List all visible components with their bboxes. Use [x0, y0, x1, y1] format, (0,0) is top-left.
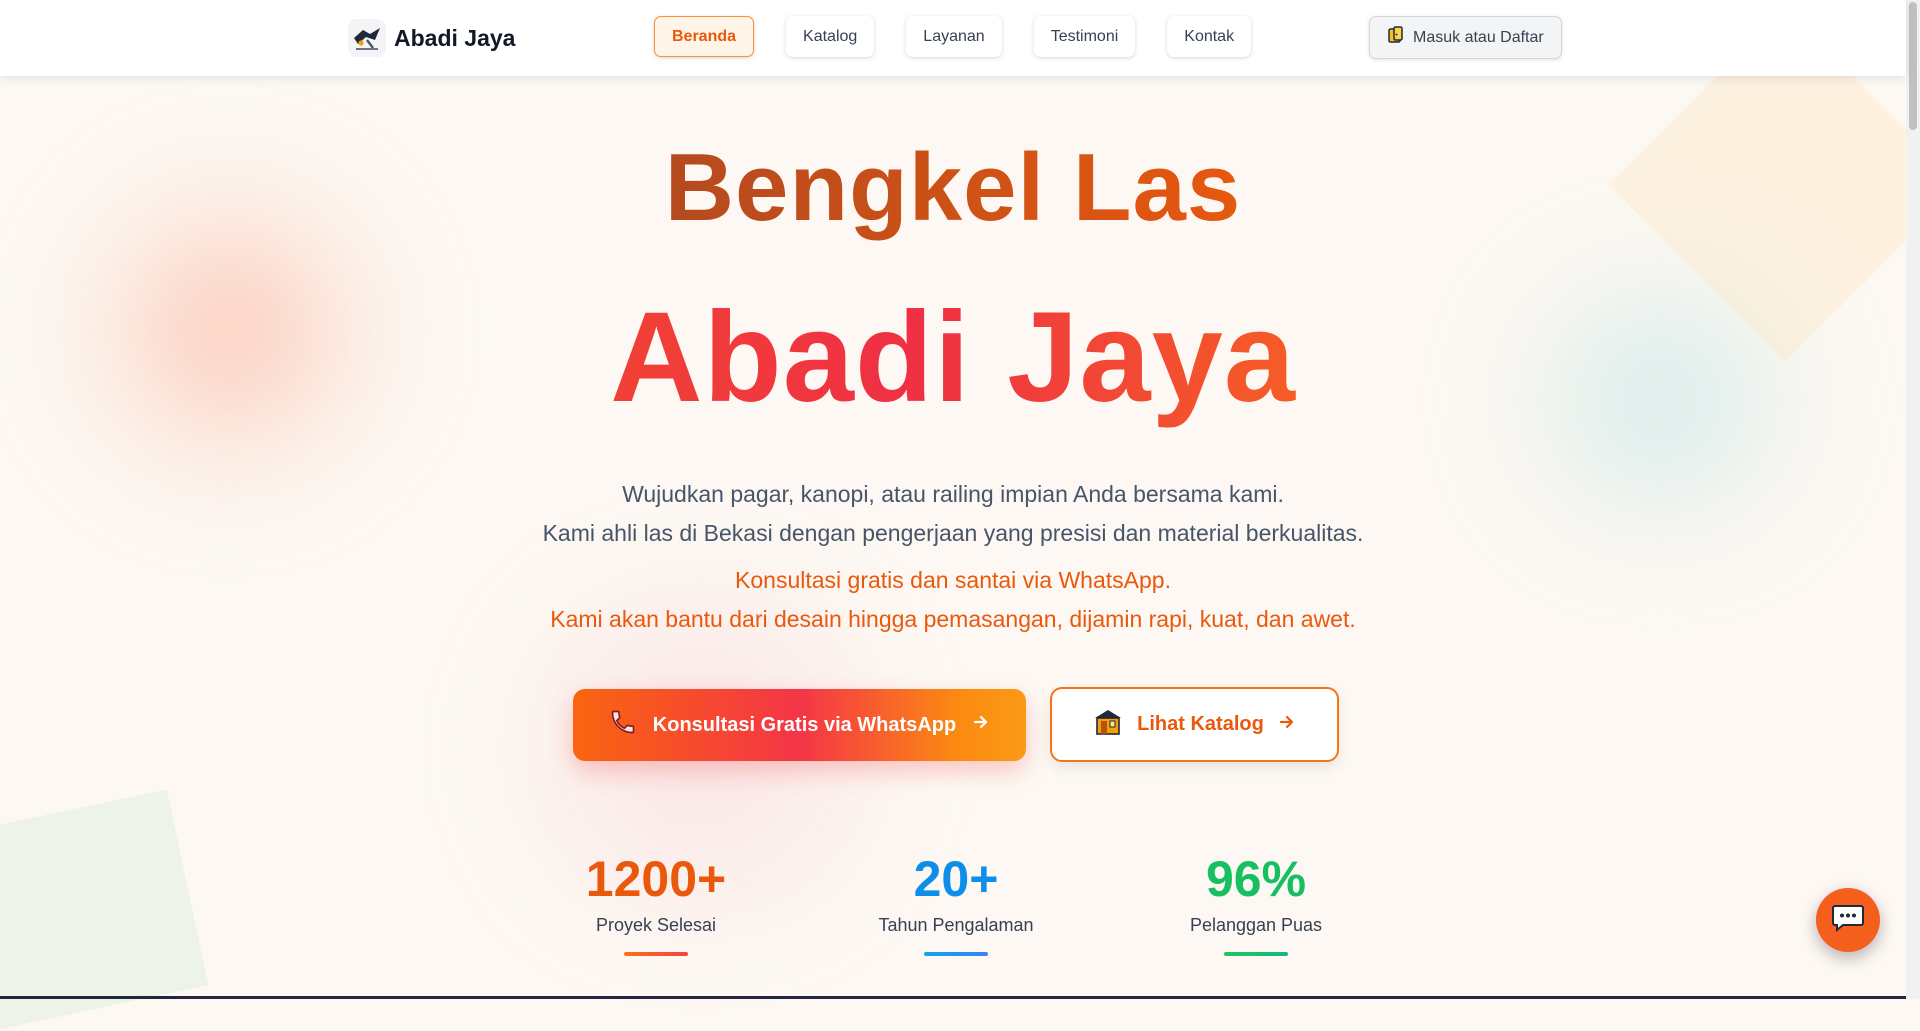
hero-highlight-line1: Konsultasi gratis dan santai via WhatsAp…: [735, 567, 1171, 593]
stat-experience: 20+ Tahun Pengalaman: [826, 849, 1086, 956]
hero-description-line1: Wujudkan pagar, kanopi, atau railing imp…: [622, 481, 1284, 507]
stat-satisfaction: 96% Pelanggan Puas: [1126, 849, 1386, 956]
phone-icon: [609, 708, 637, 742]
brand-name: Abadi Jaya: [394, 24, 516, 51]
stat-value: 1200+: [585, 851, 727, 907]
nav-menu: Beranda Katalog Layanan Testimoni Kontak: [654, 16, 1252, 57]
stat-value: 96%: [1205, 851, 1307, 907]
nav-link-kontak[interactable]: Kontak: [1167, 16, 1252, 57]
chat-icon: [1831, 903, 1865, 938]
brand[interactable]: Abadi Jaya: [348, 19, 515, 57]
arrow-right-icon: [972, 713, 990, 737]
whatsapp-consult-button[interactable]: Konsultasi Gratis via WhatsApp: [573, 689, 1026, 761]
stat-value: 20+: [913, 851, 999, 907]
welding-logo-icon: [348, 19, 386, 57]
chat-button[interactable]: [1816, 888, 1880, 952]
login-button[interactable]: Masuk atau Daftar: [1369, 16, 1562, 59]
gate-icon: [1093, 708, 1123, 742]
nav-link-katalog[interactable]: Katalog: [786, 16, 875, 57]
navbar: Abadi Jaya Beranda Katalog Layanan Testi…: [0, 0, 1906, 76]
whatsapp-consult-label: Konsultasi Gratis via WhatsApp: [652, 713, 957, 736]
hero-title-line2: Abadi Jaya: [0, 283, 1906, 433]
scrollbar-thumb[interactable]: [1909, 2, 1917, 130]
stat-underline: [1224, 952, 1288, 956]
login-label: Masuk atau Daftar: [1413, 28, 1544, 46]
nav-link-layanan[interactable]: Layanan: [906, 16, 1002, 57]
view-catalog-button[interactable]: Lihat Katalog: [1050, 687, 1339, 762]
stat-projects: 1200+ Proyek Selesai: [526, 849, 786, 956]
nav-link-testimoni[interactable]: Testimoni: [1033, 16, 1136, 57]
stat-label: Tahun Pengalaman: [878, 915, 1034, 935]
stat-label: Pelanggan Puas: [1189, 915, 1323, 935]
view-catalog-label: Lihat Katalog: [1137, 713, 1264, 735]
hero-description-line2: Kami ahli las di Bekasi dengan pengerjaa…: [542, 520, 1364, 546]
door-icon: [1387, 26, 1405, 49]
stat-label: Proyek Selesai: [595, 915, 717, 935]
nav-link-beranda[interactable]: Beranda: [654, 16, 755, 57]
scrollbar-track[interactable]: [1906, 0, 1920, 999]
stat-underline: [624, 952, 688, 956]
hero-highlight-line2: Kami akan bantu dari desain hingga pemas…: [550, 606, 1356, 632]
hero-title-line1: Bengkel Las: [0, 132, 1906, 244]
stat-underline: [924, 952, 988, 956]
arrow-right-icon: [1278, 713, 1296, 737]
background-square-shape: [0, 789, 209, 1031]
